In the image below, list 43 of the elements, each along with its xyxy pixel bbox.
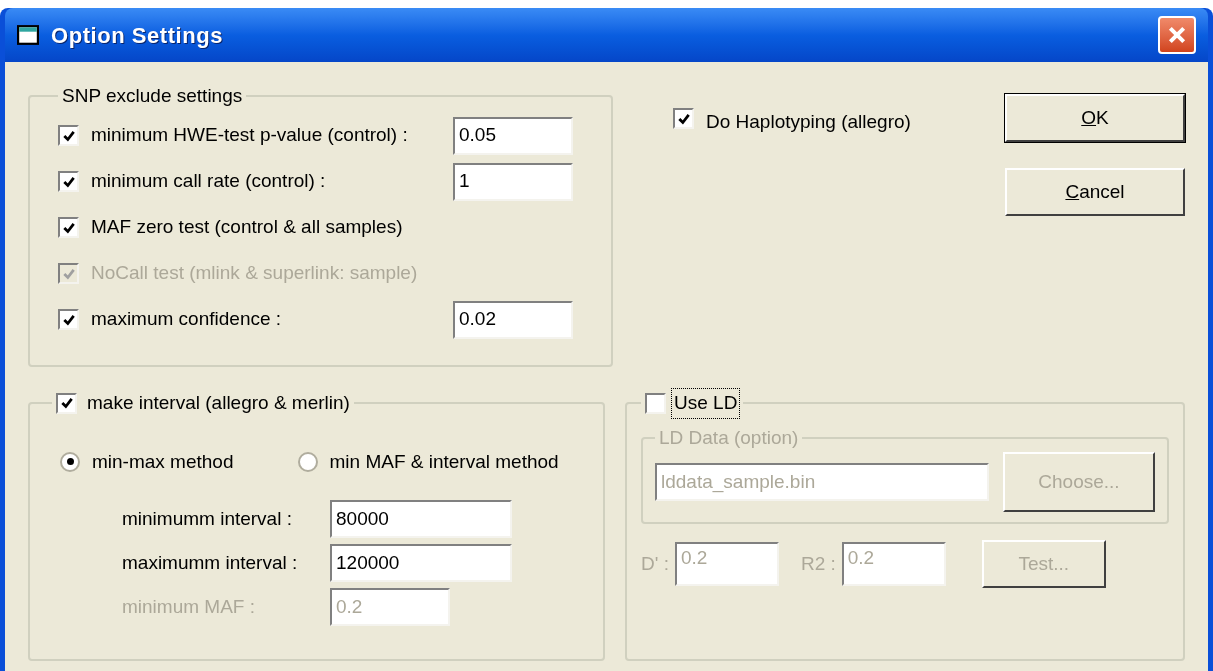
dialog-button[interactable]: Cancel [1005, 168, 1185, 216]
checkbox[interactable] [58, 309, 79, 330]
dialog-button[interactable]: OK [1005, 94, 1185, 142]
input-field[interactable]: 0.05 [453, 116, 573, 155]
field-label: maximumm interval : [122, 550, 299, 575]
close-button[interactable] [1158, 16, 1196, 54]
window-title: Option Settings [51, 21, 224, 50]
check-icon [61, 128, 76, 143]
input-field[interactable]: 120000 [330, 544, 512, 582]
checkbox-label: NoCall test (mlink & superlink: sample) [91, 261, 419, 286]
close-icon [1167, 25, 1187, 45]
checkbox[interactable] [58, 217, 79, 238]
field-label: R2 : [800, 551, 836, 576]
field-label: D' : [641, 551, 669, 576]
checkbox-label: make interval (allegro & merlin) [87, 391, 350, 415]
checkbox[interactable] [673, 108, 694, 129]
input-field[interactable]: 80000 [330, 500, 512, 538]
checkbox[interactable] [58, 171, 79, 192]
field-label: minimumm interval : [122, 506, 293, 531]
check-icon [61, 220, 76, 235]
radio-button[interactable] [60, 451, 80, 472]
radio-button[interactable] [297, 451, 318, 472]
checkbox-label: minimum call rate (control) : [91, 169, 327, 194]
check-icon [61, 312, 76, 327]
group-title: SNP exclude settings [61, 84, 244, 108]
input-field[interactable]: 1 [453, 162, 573, 201]
check-icon [59, 396, 74, 411]
checkbox-label: minimum HWE-test p-value (control) : [91, 123, 409, 148]
checkbox-label: Do Haplotyping (allegro) [706, 110, 911, 134]
checkbox[interactable] [56, 392, 77, 414]
checkbox-label: maximum confidence : [91, 307, 283, 332]
window-icon [17, 25, 39, 45]
checkbox-label: Use LD [672, 389, 740, 418]
check-icon [676, 111, 691, 126]
radio-label: min MAF & interval method [329, 449, 559, 474]
input-field[interactable]: 0.02 [453, 300, 573, 339]
field-label: minimum MAF : [122, 594, 256, 619]
checkbox[interactable] [58, 125, 79, 146]
check-icon [61, 174, 76, 189]
check-icon [61, 266, 76, 281]
checkbox-label: MAF zero test (control & all samples) [91, 215, 404, 240]
group-title: LD Data (option) [658, 425, 800, 450]
radio-label: min-max method [92, 449, 234, 474]
